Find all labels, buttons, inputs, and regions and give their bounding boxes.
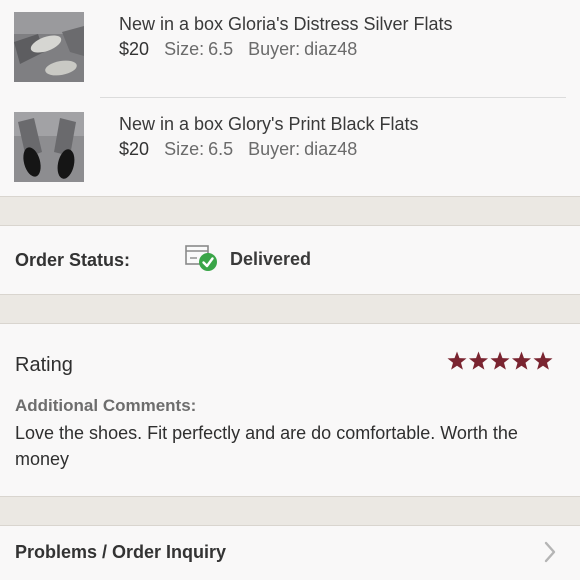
order-items-card: New in a box Gloria's Distress Silver Fl…	[0, 0, 580, 196]
problems-label[interactable]: Problems / Order Inquiry	[15, 542, 226, 563]
list-item[interactable]: New in a box Glory's Print Black Flats $…	[0, 98, 580, 196]
order-status-value: Delivered	[230, 249, 312, 269]
item-meta: $20 Size: 6.5 Buyer: diaz48	[119, 39, 357, 60]
size-value: 6.5	[208, 39, 234, 59]
section-divider	[0, 496, 580, 526]
star-icon	[490, 351, 510, 370]
star-icon	[533, 351, 553, 370]
item-meta: $20 Size: 6.5 Buyer: diaz48	[119, 139, 357, 160]
order-status-row: Order Status: Delivered	[0, 226, 580, 294]
item-title[interactable]: New in a box Gloria's Distress Silver Fl…	[119, 14, 453, 35]
item-price: $20	[119, 139, 150, 159]
box-check-icon	[184, 242, 220, 279]
buyer-label: Buyer:	[248, 139, 301, 159]
size-label: Size:	[164, 139, 205, 159]
order-status-label: Order Status:	[15, 250, 131, 270]
buyer-value[interactable]: diaz48	[304, 139, 357, 159]
item-thumbnail[interactable]	[14, 112, 84, 182]
rating-card: Rating Additional Comments: Love the sho…	[0, 324, 580, 496]
item-thumbnail[interactable]	[14, 12, 84, 82]
star-icon	[447, 351, 467, 370]
section-divider	[0, 294, 580, 324]
star-rating-graphic	[447, 351, 553, 370]
chevron-right-icon[interactable]	[543, 541, 557, 568]
star-icon	[468, 351, 489, 370]
buyer-label: Buyer:	[248, 39, 301, 59]
item-price: $20	[119, 39, 150, 59]
section-divider	[0, 196, 580, 226]
item-title[interactable]: New in a box Glory's Print Black Flats	[119, 114, 419, 135]
rating-label: Rating	[15, 354, 73, 376]
size-label: Size:	[164, 39, 205, 59]
star-icon	[511, 351, 532, 370]
problems-order-inquiry-row[interactable]: Problems / Order Inquiry	[0, 526, 580, 580]
size-value: 6.5	[208, 139, 234, 159]
list-item[interactable]: New in a box Gloria's Distress Silver Fl…	[0, 0, 580, 98]
comments-text: Love the shoes. Fit perfectly and are do…	[15, 423, 518, 469]
buyer-value[interactable]: diaz48	[304, 39, 357, 59]
rating-stars	[447, 350, 553, 372]
comments-label: Additional Comments:	[15, 396, 197, 415]
silver-flats-photo	[14, 12, 84, 82]
black-flats-photo	[14, 112, 84, 182]
